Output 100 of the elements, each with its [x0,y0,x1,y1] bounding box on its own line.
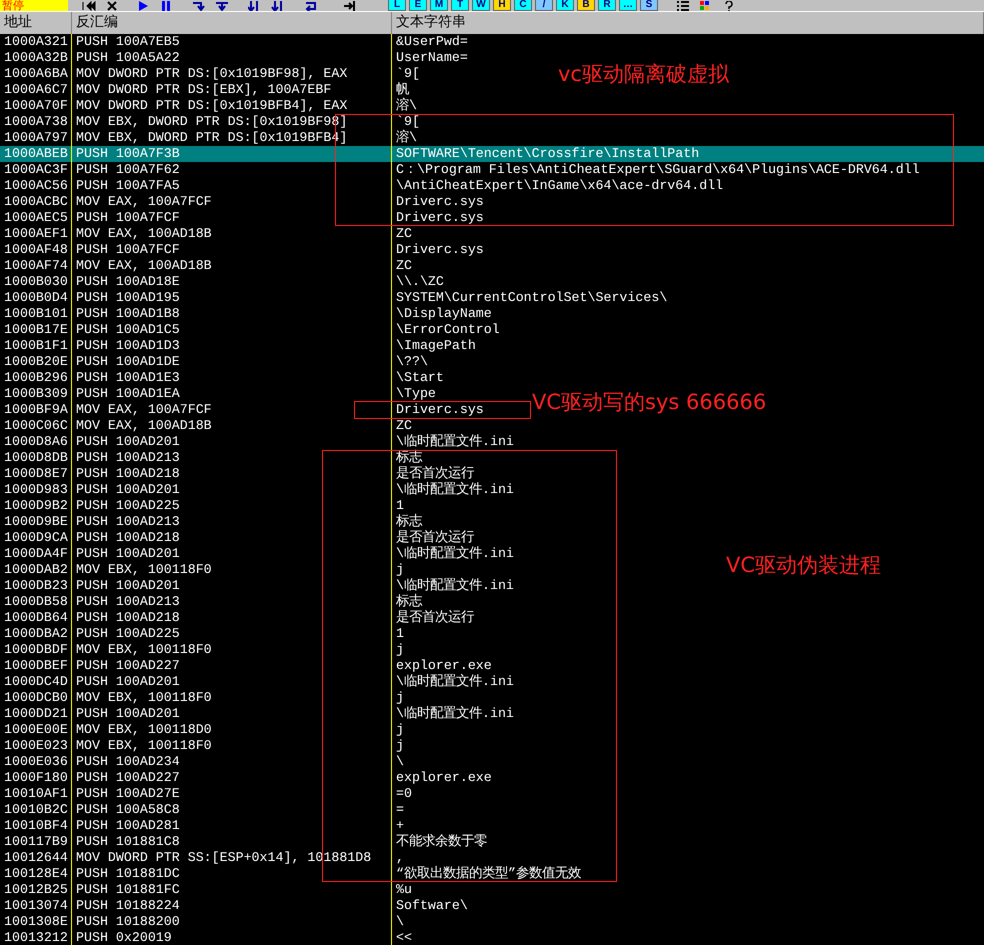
string-row[interactable]: 1000AF48 PUSH 100A7FCF Driverc.sys [0,242,486,258]
window-button[interactable]: S [640,0,658,11]
string-row[interactable]: 1000DB64 PUSH 100AD218 是否首次运行 [0,610,476,626]
disassembly-cell: MOV EBX, 100118F0 [72,738,392,754]
window-button[interactable]: M [430,0,448,11]
window-button[interactable]: C [514,0,532,11]
string-row[interactable]: 1000F180 PUSH 100AD227 explorer.exe [0,770,494,786]
address-cell: 100128E4 [0,866,72,882]
string-cell-text: \临时配置文件.ini [395,482,515,498]
string-row[interactable]: 1000E036 PUSH 100AD234 \ [0,754,406,770]
string-row[interactable]: 1000D8E7 PUSH 100AD218 是否首次运行 [0,466,476,482]
string-row[interactable]: 1000AEC5 PUSH 100A7FCF Driverc.sys [0,210,486,226]
string-cell-text: 标志 [395,450,424,466]
address-cell: 1000B296 [0,370,72,386]
string-row[interactable]: 1000ABEB PUSH 100A7F3B SOFTWARE\Tencent\Crossfire\InstallPath [0,146,984,162]
window-button[interactable]: L [388,0,406,11]
string-row[interactable]: 1000B1F1 PUSH 100AD1D3 \ImagePath [0,338,478,354]
string-row[interactable]: 100128E4 PUSH 101881DC “欲取出数据的类型”参数值无效 [0,866,583,882]
disassembly-cell: PUSH 100AD1E3 [72,370,392,386]
string-row[interactable]: 1000AC56 PUSH 100A7FA5 \AntiCheatExpert\InGame\x64\ace-drv64.dll [0,178,726,194]
window-button[interactable]: / [535,0,553,11]
disassembly-cell: MOV EAX, 100AD18B [72,226,392,242]
string-row[interactable]: 1000B030 PUSH 100AD18E \\.\ZC [0,274,446,290]
string-cell-text: 是否首次运行 [395,466,475,482]
address-cell: 1000A70F [0,98,72,114]
string-row[interactable]: 1000C06C MOV EAX, 100AD18B ZC [0,418,414,434]
window-button[interactable]: T [451,0,469,11]
disassembly-cell: PUSH 100A5A22 [72,50,392,66]
string-row[interactable]: 1000DC4D PUSH 100AD201 \临时配置文件.ini [0,674,516,690]
string-row[interactable]: 1000DD21 PUSH 100AD201 \临时配置文件.ini [0,706,516,722]
string-cell-text: =0 [395,786,413,802]
disassembly-cell: PUSH 100AD1B8 [72,306,392,322]
window-button[interactable]: K [556,0,574,11]
string-row[interactable]: 1000DBEF PUSH 100AD227 explorer.exe [0,658,494,674]
string-cell-text: j [395,642,405,658]
window-button[interactable]: B [577,0,595,11]
string-row[interactable]: 1000A6C7 MOV DWORD PTR DS:[EBX], 100A7EBF 帆 [0,82,411,98]
string-row[interactable]: 1000A70F MOV DWORD PTR DS:[0x1019BFB4], EAX 溶\ [0,98,419,114]
window-button[interactable]: E [409,0,427,11]
string-row[interactable]: 1000DBDF MOV EBX, 100118F0 j [0,642,406,658]
address-cell: 1000DBA2 [0,626,72,642]
string-cell-text: ZC [395,226,413,242]
string-row[interactable]: 10010BF4 PUSH 100AD281 + [0,818,406,834]
string-row[interactable]: 1000AEF1 MOV EAX, 100AD18B ZC [0,226,414,242]
string-row[interactable]: 1000D8A6 PUSH 100AD201 \临时配置文件.ini [0,434,516,450]
string-cell-text: Driverc.sys [395,402,485,418]
string-row[interactable]: 1000B101 PUSH 100AD1B8 \DisplayName [0,306,494,322]
string-row[interactable]: 1000AC3F PUSH 100A7F62 C：\Program Files\AntiCheatExpert\SGuard\x64\Plugins\ACE-DRV64.dll [0,162,922,178]
string-row[interactable]: 1000E023 MOV EBX, 100118F0 j [0,738,406,754]
string-row[interactable]: 10010B2C PUSH 100A58C8 = [0,802,406,818]
string-row[interactable]: 1000DB58 PUSH 100AD213 标志 [0,594,424,610]
string-row[interactable]: 1000AF74 MOV EAX, 100AD18B ZC [0,258,414,274]
string-row[interactable]: 1000E00E MOV EBX, 100118D0 j [0,722,406,738]
address-cell: 1000DBEF [0,658,72,674]
string-row[interactable]: 1000B296 PUSH 100AD1E3 \Start [0,370,446,386]
annotation-text: VC驱动伪装进程 [726,552,882,579]
string-row[interactable]: 1000ACBC MOV EAX, 100A7FCF Driverc.sys [0,194,486,210]
string-row[interactable]: 1000A32B PUSH 100A5A22 UserName= [0,50,470,66]
annotation-text: vc驱动隔离破虚拟 [558,61,729,88]
address-cell: 1000E00E [0,722,72,738]
address-cell: 1000C06C [0,418,72,434]
string-cell-text: << [395,930,413,945]
string-row[interactable]: 1000D9CA PUSH 100AD218 是否首次运行 [0,530,476,546]
string-row[interactable]: 1000B0D4 PUSH 100AD195 SYSTEM\CurrentControlSet\Services\ [0,290,670,306]
window-button[interactable]: R [598,0,616,11]
window-button[interactable]: H [493,0,511,11]
string-row[interactable]: 1000B20E PUSH 100AD1DE \??\ [0,354,430,370]
string-row[interactable]: 1000D9B2 PUSH 100AD225 1 [0,498,406,514]
address-cell: 1000ABEB [0,146,72,162]
window-button[interactable]: W [472,0,490,11]
string-cell-text: Driverc.sys [395,194,485,210]
string-row[interactable]: 1000B309 PUSH 100AD1EA \Type [0,386,438,402]
string-row[interactable]: 1000DCB0 MOV EBX, 100118F0 j [0,690,406,706]
string-row[interactable]: 10010AF1 PUSH 100AD27E =0 [0,786,414,802]
address-cell: 10013212 [0,930,72,945]
string-cell-text: Driverc.sys [395,242,485,258]
string-row[interactable]: 1000D8DB PUSH 100AD213 标志 [0,450,424,466]
string-row[interactable]: 1000B17E PUSH 100AD1C5 \ErrorControl [0,322,502,338]
window-button[interactable]: … [619,0,637,11]
address-cell: 1000B20E [0,354,72,370]
string-row[interactable]: 1000D983 PUSH 100AD201 \临时配置文件.ini [0,482,516,498]
string-row[interactable]: 1000DB23 PUSH 100AD201 \临时配置文件.ini [0,578,516,594]
address-cell: 1000E036 [0,754,72,770]
disassembly-cell: PUSH 100A7F3B [72,146,392,162]
string-row[interactable]: 1000BF9A MOV EAX, 100A7FCF Driverc.sys [0,402,486,418]
string-row[interactable]: 1000DBA2 PUSH 100AD225 1 [0,626,406,642]
address-cell: 1001308E [0,914,72,930]
string-row[interactable]: 10013212 PUSH 0x20019 << [0,930,414,945]
string-row[interactable]: 1000A321 PUSH 100A7EB5 &UserPwd= [0,34,470,50]
string-row[interactable]: 1000A6BA MOV DWORD PTR DS:[0x1019BF98], EAX `9[ [0,66,422,82]
string-row[interactable]: 100117B9 PUSH 101881C8 不能求余数于零 [0,834,489,850]
string-row[interactable]: 10012B25 PUSH 101881FC %u [0,882,414,898]
disassembly-cell: MOV DWORD PTR DS:[0x1019BF98], EAX [72,66,392,82]
address-cell: 1000BF9A [0,402,72,418]
disassembly-cell: PUSH 100AD1DE [72,354,392,370]
string-row[interactable]: 1000DAB2 MOV EBX, 100118F0 j [0,562,406,578]
string-row[interactable]: 1000D9BE PUSH 100AD213 标志 [0,514,424,530]
string-row[interactable]: 10013074 PUSH 10188224 Software\ [0,898,470,914]
string-row[interactable]: 1000DA4F PUSH 100AD201 \临时配置文件.ini [0,546,516,562]
string-row[interactable]: 1001308E PUSH 10188200 \ [0,914,406,930]
